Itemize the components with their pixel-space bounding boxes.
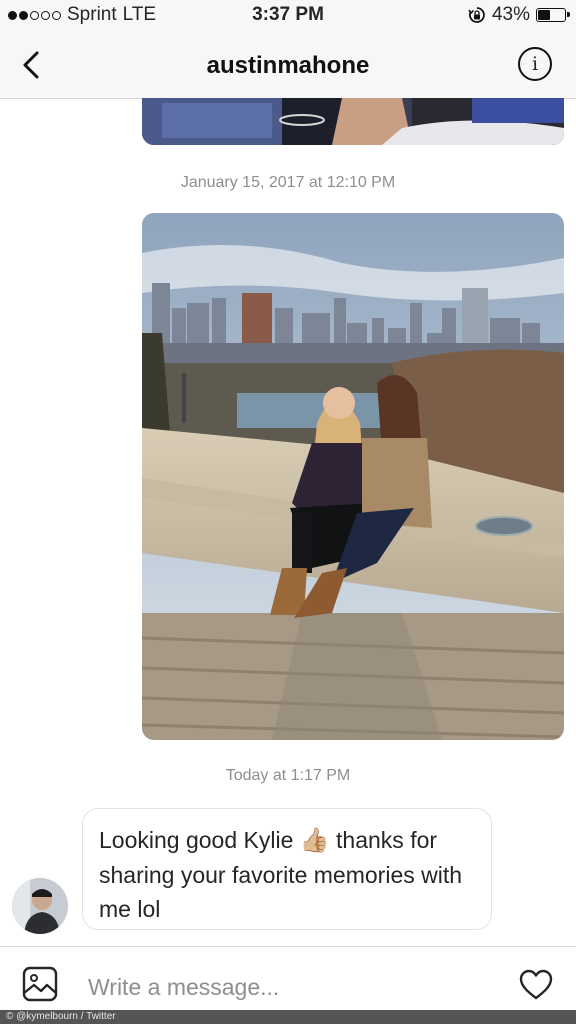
info-icon: i: [531, 53, 539, 75]
heart-icon: [519, 969, 553, 1000]
image-credit: © @kymelbourn / Twitter: [0, 1010, 576, 1024]
like-button[interactable]: [518, 967, 554, 1003]
thumbs-up-emoji: 👍🏼: [299, 827, 330, 854]
timestamp: January 15, 2017 at 12:10 PM: [180, 174, 396, 191]
timestamp: Today at 1:17 PM: [225, 767, 351, 784]
shared-photo-previous[interactable]: [142, 98, 564, 145]
info-button[interactable]: i: [518, 47, 552, 81]
battery-group: 43%: [468, 4, 570, 26]
message-bubble: Looking good Kylie 👍🏼 thanks for sharing…: [82, 808, 492, 930]
conversation-header: austinmahone i: [0, 32, 576, 99]
conversation-title[interactable]: austinmahone: [0, 52, 576, 80]
gallery-button[interactable]: [22, 966, 58, 1002]
message-text: Looking good Kylie: [99, 827, 294, 853]
shared-photo[interactable]: [142, 213, 564, 740]
status-bar: Sprint LTE 3:37 PM 43%: [0, 0, 576, 32]
message-input[interactable]: [86, 967, 490, 1007]
image-icon: [22, 966, 58, 1002]
rotation-lock-icon: [468, 7, 485, 23]
battery-icon: [536, 8, 570, 22]
avatar[interactable]: [12, 878, 68, 934]
battery-percent: 43%: [491, 4, 530, 25]
